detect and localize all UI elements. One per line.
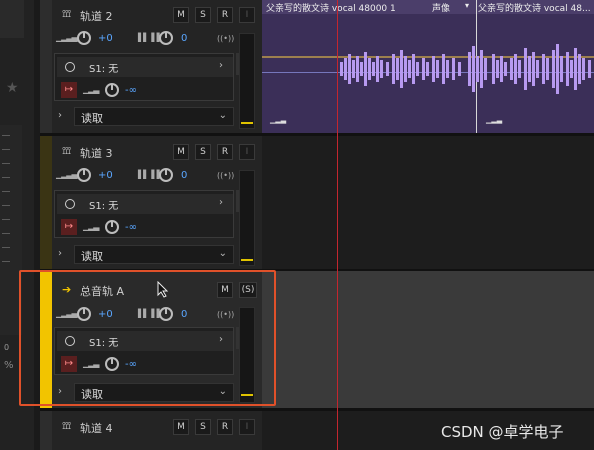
solo-button[interactable]: S: [195, 7, 211, 23]
pan-value[interactable]: 0: [181, 170, 187, 181]
send-level-icon: ▁▂▃: [83, 85, 100, 94]
track-color-strip: [40, 411, 52, 450]
chevron-down-icon: ⌄: [218, 248, 227, 259]
send-label[interactable]: S1: 无: [89, 60, 118, 75]
send-row[interactable]: S1: 无 ›: [57, 57, 233, 77]
track-4-header[interactable]: ⟟⟟⟟ 轨道 4 M S R I: [40, 411, 262, 450]
track-name[interactable]: 轨道 2: [80, 8, 113, 24]
automation-mode-select[interactable]: 读取 ⌄: [74, 245, 234, 264]
clip-pan-label: 声像: [432, 4, 451, 14]
send-knob[interactable]: [105, 83, 119, 97]
power-icon[interactable]: [65, 199, 75, 209]
left-zero-label: 0: [4, 343, 10, 352]
volume-icon: ▁▂▃▄: [56, 170, 78, 179]
waveform-icon: ⟟⟟⟟: [62, 9, 71, 20]
send-value[interactable]: -∞: [125, 85, 137, 96]
pan-icon: ▌▌▐▐: [138, 33, 160, 42]
mouse-cursor-icon: [157, 281, 169, 298]
left-panel-block: [0, 0, 24, 38]
clip-level-icon-2: ▁▂▃: [486, 116, 503, 124]
mute-button[interactable]: M: [173, 7, 189, 23]
track-name[interactable]: 轨道 4: [80, 420, 113, 436]
watermark: CSDN @卓学电子: [441, 423, 564, 441]
left-percent-label: %: [4, 360, 14, 371]
clip-title-2[interactable]: 父亲写的散文诗 vocal 48...: [478, 1, 591, 14]
stereo-icon[interactable]: ((•)): [217, 34, 234, 43]
clip-level-icon: ▁▂▃: [270, 116, 287, 124]
bus-timeline-lane[interactable]: [262, 271, 594, 408]
pan-icon: ▌▌▐▐: [138, 170, 160, 179]
level-meter: [239, 33, 255, 129]
send-panel: S1: 无 › ↦ ▁▂▃ -∞: [54, 190, 234, 238]
record-arm-button[interactable]: R: [217, 144, 233, 160]
automation-mode-select[interactable]: 读取 ⌄: [74, 107, 234, 126]
send-output-icon[interactable]: ↦: [61, 219, 77, 235]
input-monitor-button[interactable]: I: [239, 144, 255, 160]
clip-title[interactable]: 父亲写的散文诗 vocal 48000 1: [266, 1, 396, 14]
track-color-strip: [40, 0, 52, 133]
playhead[interactable]: [337, 0, 338, 450]
expand-chevron-icon[interactable]: ›: [58, 248, 62, 259]
track-2-header[interactable]: ⟟⟟⟟ 轨道 2 M S R I ▁▂▃▄ +0 ▌▌▐▐ 0 ((•)) S1…: [40, 0, 262, 133]
input-monitor-button[interactable]: I: [239, 419, 255, 435]
expand-chevron-icon[interactable]: ›: [58, 110, 62, 121]
solo-button[interactable]: S: [195, 144, 211, 160]
pan-value[interactable]: 0: [181, 33, 187, 44]
stereo-icon[interactable]: ((•)): [217, 171, 234, 180]
volume-icon: ▁▂▃▄: [56, 33, 78, 42]
chevron-down-icon: ⌄: [218, 110, 227, 121]
send-level-icon: ▁▂▃: [83, 222, 100, 231]
volume-knob[interactable]: [77, 168, 91, 182]
track-color-strip: [40, 136, 52, 269]
chevron-right-icon[interactable]: ›: [219, 60, 223, 71]
power-icon[interactable]: [65, 62, 75, 72]
send-knob[interactable]: [105, 220, 119, 234]
highlight-box: [19, 270, 276, 406]
send-row[interactable]: S1: 无 ›: [57, 194, 233, 214]
waveform-icon: ⟟⟟⟟: [62, 421, 71, 432]
send-value[interactable]: -∞: [125, 222, 137, 233]
record-arm-button[interactable]: R: [217, 419, 233, 435]
fade-handle-icon[interactable]: ▾: [465, 1, 469, 10]
record-arm-button[interactable]: R: [217, 7, 233, 23]
send-panel: S1: 无 › ↦ ▁▂▃ -∞: [54, 53, 234, 101]
track-name[interactable]: 轨道 3: [80, 145, 113, 161]
waveform-icon: ⟟⟟⟟: [62, 146, 71, 157]
pan-knob[interactable]: [159, 31, 173, 45]
pan-knob[interactable]: [159, 168, 173, 182]
mute-button[interactable]: M: [173, 419, 189, 435]
mute-button[interactable]: M: [173, 144, 189, 160]
send-output-icon[interactable]: ↦: [61, 82, 77, 98]
solo-button[interactable]: S: [195, 419, 211, 435]
send-label[interactable]: S1: 无: [89, 197, 118, 212]
automation-mode-label: 读取: [81, 112, 103, 125]
level-meter: [239, 170, 255, 266]
input-monitor-button[interactable]: I: [239, 7, 255, 23]
volume-knob[interactable]: [77, 31, 91, 45]
volume-value[interactable]: +0: [98, 170, 113, 181]
track-3-header[interactable]: ⟟⟟⟟ 轨道 3 M S R I ▁▂▃▄ +0 ▌▌▐▐ 0 ((•)) S1…: [40, 136, 262, 269]
chevron-right-icon[interactable]: ›: [219, 197, 223, 208]
waveform: [340, 44, 591, 94]
star-icon[interactable]: ★: [6, 80, 19, 96]
volume-value[interactable]: +0: [98, 33, 113, 44]
automation-mode-label: 读取: [81, 250, 103, 263]
